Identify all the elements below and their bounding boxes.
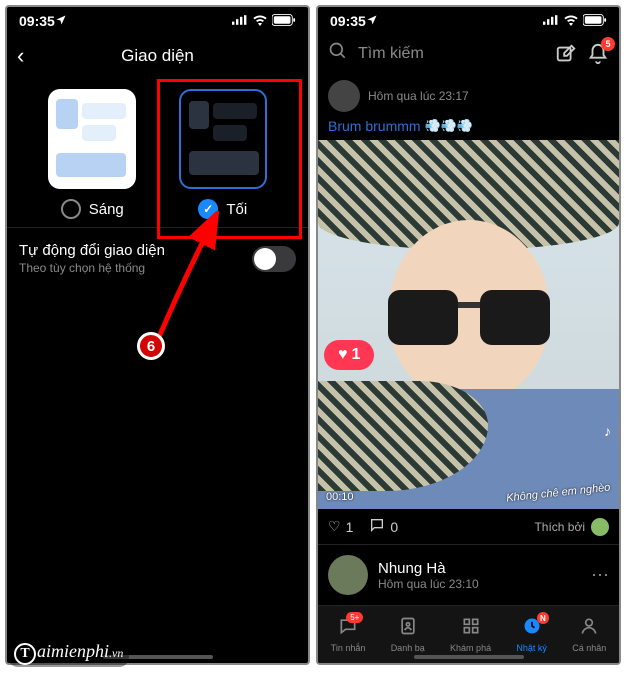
theme-option-light[interactable]: Sáng [48,89,136,219]
wifi-icon [563,13,579,29]
nav-label: Nhật ký [516,643,547,653]
watermark-text: aimienphi [37,641,109,662]
post-header: Hôm qua lúc 23:17 [318,76,619,116]
auto-theme-toggle[interactable] [252,246,296,272]
search-bar[interactable]: Tìm kiếm 5 [318,35,619,76]
location-arrow-icon [366,13,378,29]
video-elapsed: 00:10 [326,491,354,503]
nav-discover[interactable]: Khám phá [450,616,491,653]
tiktok-watermark-icon: ♪ [604,423,611,439]
radio-checked-icon: ✓ [198,199,218,219]
nav-me[interactable]: Cá nhân [572,616,606,653]
comment-icon [369,517,385,536]
contacts-icon [398,616,418,641]
like-pill-count: 1 [352,346,361,364]
post-actions: ♡ 1 0 Thích bởi [318,509,619,545]
page-title: Giao diện [17,46,298,66]
person-icon [579,616,599,641]
search-placeholder: Tìm kiếm [358,45,545,63]
liked-by-label: Thích bởi [534,520,585,534]
radio-unchecked-icon [61,199,81,219]
avatar[interactable] [328,80,360,112]
timeline-badge: N [537,612,549,624]
messages-badge: 5+ [346,612,363,623]
wifi-icon [252,13,268,29]
annotation-step-badge: 6 [137,332,165,360]
post-video[interactable]: ♥ 1 ♪ 00:10 Không chê em nghèo [318,140,619,509]
nav-label: Danh bạ [391,643,425,653]
dash-emoji-icon: 💨💨💨 [425,118,474,134]
notification-badge: 5 [601,37,615,51]
battery-icon [272,13,296,29]
post-caption: Brum brummm 💨💨💨 [318,116,619,140]
dark-preview-icon [179,89,267,189]
heart-outline-icon: ♡ [328,518,341,535]
like-button[interactable]: ♡ 1 [328,518,353,535]
compose-icon[interactable] [555,43,577,65]
signal-icon [232,13,248,29]
nav-label: Cá nhân [572,643,606,653]
theme-options-row: Sáng ✓ Tối [7,83,308,227]
like-count: 1 [346,519,354,535]
avatar[interactable] [328,555,368,595]
notifications-button[interactable]: 5 [587,43,609,65]
post-header-2: Nhung Hà Hôm qua lúc 23:10 ⋯ [318,545,619,605]
phone-left-appearance-settings: 09:35 ‹ Giao diện Sáng [5,5,310,665]
nav-contacts[interactable]: Danh bạ [391,616,425,653]
site-watermark: T aimienphi .vn [8,639,129,667]
dark-label: Tối [226,201,247,218]
auto-theme-subtitle: Theo tùy chọn hệ thống [19,261,165,275]
heart-icon: ♥ [338,346,348,364]
post-timestamp: Hôm qua lúc 23:17 [368,89,469,103]
search-icon [328,41,348,66]
status-bar: 09:35 [7,7,308,35]
timeline-feed[interactable]: Hôm qua lúc 23:17 Brum brummm 💨💨💨 ♥ 1 ♪ … [318,76,619,605]
phone-right-timeline: 09:35 Tìm kiếm 5 Hôm qua lúc 23:17 [316,5,621,665]
nav-timeline[interactable]: N Nhật ký [516,616,547,653]
status-time: 09:35 [19,13,55,29]
status-time: 09:35 [330,13,366,29]
auto-theme-row: Tự động đổi giao diện Theo tùy chọn hệ t… [7,227,308,289]
nav-messages[interactable]: 5+ Tin nhắn [331,616,366,653]
home-indicator [414,655,524,659]
comment-count: 0 [390,519,398,535]
grid-icon [461,616,481,641]
liker-avatar [591,518,609,536]
settings-header: ‹ Giao diện [7,35,308,83]
nav-label: Tin nhắn [331,643,366,653]
like-pill[interactable]: ♥ 1 [324,340,374,370]
light-preview-icon [48,89,136,189]
location-arrow-icon [55,13,67,29]
caption-text: Brum brummm [328,118,421,134]
author-name[interactable]: Nhung Hà [378,560,479,577]
status-bar: 09:35 [318,7,619,35]
watermark-suffix: .vn [109,646,123,661]
more-icon[interactable]: ⋯ [591,565,609,586]
nav-label: Khám phá [450,643,491,653]
post-timestamp: Hôm qua lúc 23:10 [378,577,479,591]
theme-option-dark[interactable]: ✓ Tối [179,89,267,219]
auto-theme-title: Tự động đổi giao diện [19,242,165,259]
liked-by[interactable]: Thích bởi [534,518,609,536]
signal-icon [543,13,559,29]
battery-icon [583,13,607,29]
light-label: Sáng [89,201,124,218]
comment-button[interactable]: 0 [369,517,398,536]
watermark-t-icon: T [14,643,36,665]
